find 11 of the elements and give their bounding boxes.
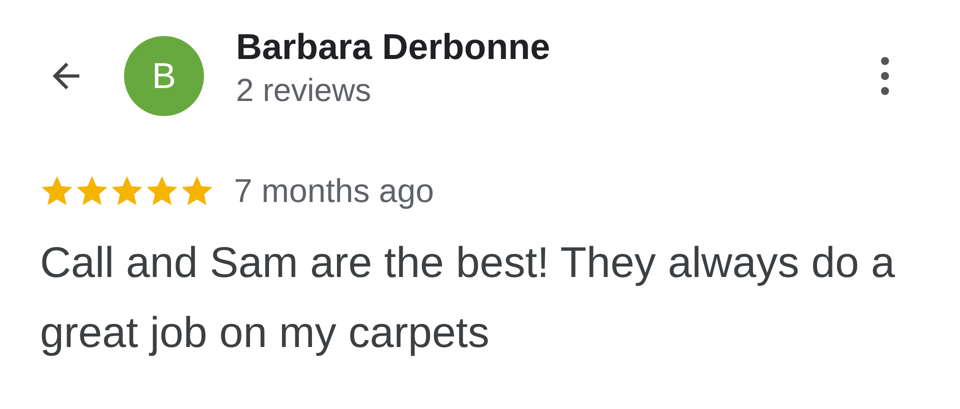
review-text: Call and Sam are the best! They always do a great job on my carpets xyxy=(39,238,896,359)
star-icon xyxy=(180,174,214,208)
avatar: B xyxy=(124,36,204,116)
reviewer-name[interactable]: Barbara Derbonne xyxy=(236,26,880,68)
review-time: 7 months ago xyxy=(234,172,434,210)
review-count: 2 reviews xyxy=(236,72,372,108)
star-icon xyxy=(145,174,179,208)
star-icon xyxy=(110,174,144,208)
more-options-icon[interactable] xyxy=(880,56,890,96)
star-icon xyxy=(40,174,74,208)
star-icon xyxy=(75,174,109,208)
